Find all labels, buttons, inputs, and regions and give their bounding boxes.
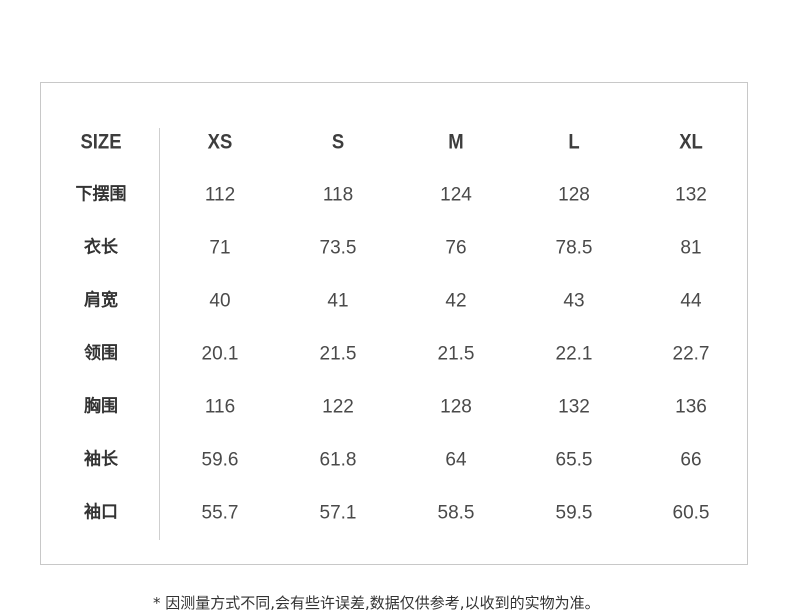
table-cell: 132 <box>675 184 707 206</box>
table-cell: 124 <box>440 184 472 206</box>
column-divider <box>159 128 160 540</box>
table-cell: 66 <box>680 449 702 471</box>
table-cell: 64 <box>445 449 467 471</box>
table-cell: 112 <box>204 184 236 206</box>
table-cell: 78.5 <box>555 237 593 259</box>
table-cell: 132 <box>558 396 590 418</box>
table-cell: 76 <box>445 237 467 259</box>
table-cell: 71 <box>209 237 231 259</box>
table-cell: 65.5 <box>555 449 593 471</box>
column-header-xl: XL <box>679 130 703 154</box>
row-label: 肩宽 <box>84 290 118 311</box>
corner-header: SIZE <box>80 130 122 154</box>
row-label: 袖口 <box>84 502 118 523</box>
table-cell: 58.5 <box>437 502 475 524</box>
row-label: 下摆围 <box>75 184 127 205</box>
table-cell: 57.1 <box>319 502 357 524</box>
table-cell: 118 <box>322 184 354 206</box>
table-cell: 136 <box>675 396 707 418</box>
row-label: 袖长 <box>84 449 118 470</box>
table-cell: 128 <box>440 396 472 418</box>
table-cell: 21.5 <box>437 343 475 365</box>
table-cell: 122 <box>322 396 354 418</box>
table-cell: 73.5 <box>319 237 357 259</box>
table-cell: 40 <box>209 290 231 312</box>
table-cell: 60.5 <box>672 502 710 524</box>
row-label: 胸围 <box>84 396 118 417</box>
table-cell: 61.8 <box>319 449 357 471</box>
size-chart: SIZE XS S M L XL 下摆围 112 118 124 128 132 衣长 71 73.5 76 7… <box>40 82 748 565</box>
table-cell: 20.1 <box>201 343 239 365</box>
table-cell: 44 <box>680 290 702 312</box>
table-cell: 21.5 <box>319 343 357 365</box>
table-cell: 43 <box>563 290 585 312</box>
row-label: 领围 <box>84 343 118 364</box>
table-cell: 59.5 <box>555 502 593 524</box>
column-header-s: S <box>331 130 345 154</box>
table-cell: 59.6 <box>201 449 239 471</box>
column-header-l: L <box>568 130 580 154</box>
column-header-m: M <box>448 130 464 154</box>
table-cell: 116 <box>204 396 236 418</box>
row-label: 衣长 <box>84 237 118 258</box>
column-header-xs: XS <box>207 130 233 154</box>
table-cell: 22.7 <box>672 343 710 365</box>
table-cell: 42 <box>445 290 467 312</box>
table-cell: 81 <box>680 237 702 259</box>
table-cell: 41 <box>327 290 349 312</box>
table-cell: 128 <box>558 184 590 206</box>
footnote: * 因测量方式不同,会有些许误差,数据仅供参考,以收到的实物为准。 <box>153 594 600 612</box>
table-cell: 55.7 <box>201 502 239 524</box>
table-cell: 22.1 <box>555 343 593 365</box>
